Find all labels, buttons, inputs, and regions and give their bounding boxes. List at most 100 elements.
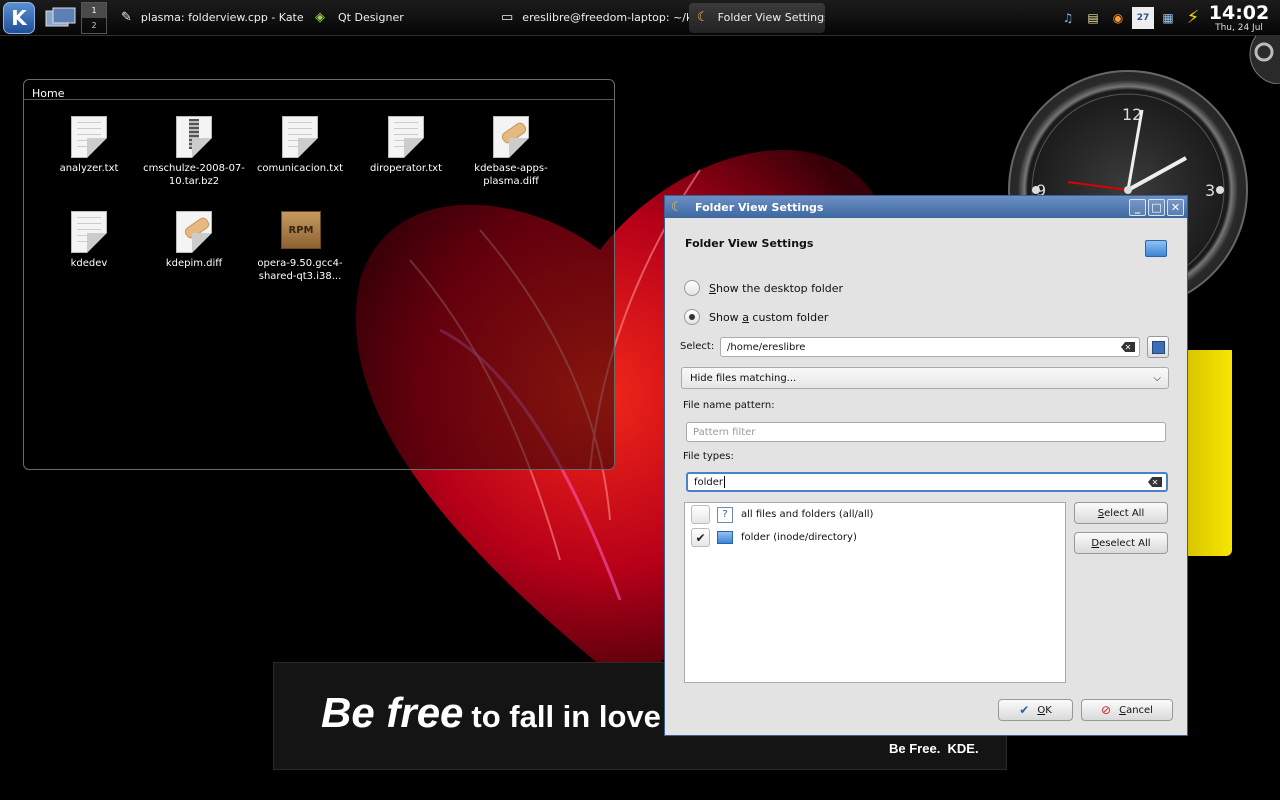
text-file-icon: [71, 211, 107, 253]
radio-circle[interactable]: [684, 280, 700, 296]
banner-headline-a: Be free: [321, 689, 464, 736]
clock-time: 14:02: [1208, 1, 1270, 24]
clear-icon[interactable]: ✕: [1148, 477, 1162, 487]
cancel-icon: ⊘: [1101, 703, 1112, 717]
clear-icon[interactable]: ✕: [1121, 342, 1135, 352]
list-item[interactable]: ? all files and folders (all/all): [691, 505, 873, 524]
radio-label: Show a custom folder: [709, 310, 829, 324]
radio-circle[interactable]: [684, 309, 700, 325]
battery-icon[interactable]: ⚡: [1182, 7, 1204, 29]
task-label: Qt Designer: [338, 11, 404, 24]
terminal-icon: ▭: [501, 10, 514, 25]
pager-desk-2[interactable]: 2: [82, 18, 106, 33]
unknown-mimetype-icon: ?: [717, 506, 733, 523]
list-item[interactable]: ✔ folder (inode/directory): [691, 528, 857, 547]
text-file-icon: [71, 116, 107, 158]
checkbox-unchecked[interactable]: [691, 505, 710, 524]
close-icon[interactable]: ✕: [1167, 198, 1184, 216]
file-item[interactable]: comunicacion.txt: [247, 116, 353, 175]
rss-icon[interactable]: ◉: [1107, 7, 1129, 29]
cancel-button[interactable]: ⊘ Cancel: [1081, 699, 1173, 721]
folder-path-value: /home/ereslibre: [727, 341, 806, 353]
system-tray: ♫ ▤ ◉ 27 ▦ ⚡: [1057, 6, 1204, 29]
kde-launcher-button[interactable]: K: [3, 1, 35, 34]
file-name: opera-9.50.gcc4-shared-qt3.i38...: [257, 258, 343, 282]
task-folder-view-settings[interactable]: ☾ Folder View Settings: [689, 2, 825, 33]
pattern-label: File name pattern:: [683, 400, 775, 411]
dialog-window-title: Folder View Settings: [695, 200, 824, 214]
dialog-header: Folder View Settings: [685, 237, 814, 250]
file-item[interactable]: analyzer.txt: [36, 116, 142, 175]
file-item[interactable]: diroperator.txt: [353, 116, 459, 175]
file-item[interactable]: kdebase-apps-plasma.diff: [458, 116, 564, 188]
file-name: cmschulze-2008-07-10.tar.bz2: [143, 163, 245, 187]
desktop-pager[interactable]: 1 2: [81, 1, 107, 34]
filter-mode-select[interactable]: Hide files matching... ⌵: [681, 367, 1169, 389]
select-label: Select:: [680, 341, 715, 352]
file-name: comunicacion.txt: [256, 163, 344, 174]
banner-tagline: Be Free. KDE.: [889, 741, 979, 756]
folder-view-title: Home: [24, 80, 614, 100]
task-qt-designer[interactable]: ◈ Qt Designer: [303, 3, 493, 33]
filter-mode-value: Hide files matching...: [690, 372, 797, 384]
file-name: kdebase-apps-plasma.diff: [474, 163, 548, 187]
plasma-icon: ☾: [671, 199, 683, 215]
sticky-note-widget[interactable]: [1186, 350, 1232, 556]
pager-desk-1[interactable]: 1: [82, 2, 106, 18]
file-item[interactable]: cmschulze-2008-07-10.tar.bz2: [141, 116, 247, 188]
pattern-filter-input[interactable]: Pattern filter: [686, 422, 1166, 442]
task-label: plasma: folderview.cpp - Kate: [140, 11, 303, 24]
task-terminal[interactable]: ▭ ereslibre@freedom-laptop: ~/kde: [493, 3, 689, 33]
file-item[interactable]: RPM opera-9.50.gcc4-shared-qt3.i38...: [247, 211, 353, 283]
panel-clock[interactable]: 14:02 Thu, 24 Jul: [1206, 3, 1272, 33]
save-icon: [1151, 340, 1165, 354]
deselect-all-button[interactable]: Deselect All: [1074, 532, 1168, 554]
taskbar-panel: K 1 2 ✎ plasma: folderview.cpp - Kate ◈ …: [0, 0, 1280, 36]
ok-button[interactable]: ✔ OK: [998, 699, 1073, 721]
minimize-icon[interactable]: _: [1129, 198, 1146, 216]
folder-view-widget: Home analyzer.txt cmschulze-2008-07-10.t…: [23, 79, 615, 470]
folder-path-field[interactable]: /home/ereslibre ✕: [720, 337, 1140, 357]
task-kate[interactable]: ✎ plasma: folderview.cpp - Kate: [113, 3, 303, 33]
browse-folder-button[interactable]: [1147, 336, 1169, 358]
file-name: diroperator.txt: [369, 163, 443, 174]
mixer-icon[interactable]: ♫: [1057, 7, 1079, 29]
list-item-label: all files and folders (all/all): [741, 509, 874, 520]
window-list-icon[interactable]: ▦: [1157, 7, 1179, 29]
radio-show-desktop-folder[interactable]: Show the desktop folder: [684, 280, 843, 296]
calendar-icon[interactable]: 27: [1132, 6, 1154, 29]
clock-date: Thu, 24 Jul: [1215, 22, 1263, 33]
folder-icon: [717, 531, 733, 544]
text-file-icon: [282, 116, 318, 158]
notes-icon[interactable]: ▤: [1082, 7, 1104, 29]
patch-file-icon: [176, 211, 212, 253]
file-name: kdepim.diff: [165, 258, 223, 269]
pattern-placeholder: Pattern filter: [693, 426, 756, 438]
chevron-down-icon: ⌵: [1153, 372, 1161, 384]
rpm-package-icon: RPM: [281, 211, 321, 249]
file-types-search-input[interactable]: folder ✕: [686, 472, 1168, 492]
patch-file-icon: [493, 116, 529, 158]
svg-text:3: 3: [1205, 181, 1215, 200]
check-icon: ✔: [1019, 703, 1030, 717]
file-name: kdedev: [70, 258, 108, 269]
file-types-list[interactable]: ? all files and folders (all/all) ✔ fold…: [684, 502, 1066, 683]
show-desktop-icon[interactable]: [43, 5, 77, 31]
task-label: ereslibre@freedom-laptop: ~/kde: [522, 11, 689, 24]
maximize-icon[interactable]: □: [1148, 198, 1165, 216]
list-item-label: folder (inode/directory): [741, 532, 857, 543]
plasma-icon: ☾: [697, 10, 709, 25]
dialog-titlebar[interactable]: ☾ Folder View Settings _ □ ✕: [665, 196, 1187, 218]
select-all-button[interactable]: Select All: [1074, 502, 1168, 524]
checkbox-checked[interactable]: ✔: [691, 528, 710, 547]
folder-icon: [1145, 240, 1167, 257]
file-item[interactable]: kdepim.diff: [141, 211, 247, 270]
folder-view-settings-dialog: ☾ Folder View Settings _ □ ✕ Folder View…: [664, 195, 1188, 736]
radio-show-custom-folder[interactable]: Show a custom folder: [684, 309, 828, 325]
file-types-search-value: folder: [694, 476, 724, 488]
file-types-label: File types:: [683, 451, 734, 462]
archive-file-icon: [176, 116, 212, 158]
kate-icon: ✎: [121, 10, 132, 25]
banner-headline-b: to fall in love: [471, 699, 661, 734]
file-item[interactable]: kdedev: [36, 211, 142, 270]
